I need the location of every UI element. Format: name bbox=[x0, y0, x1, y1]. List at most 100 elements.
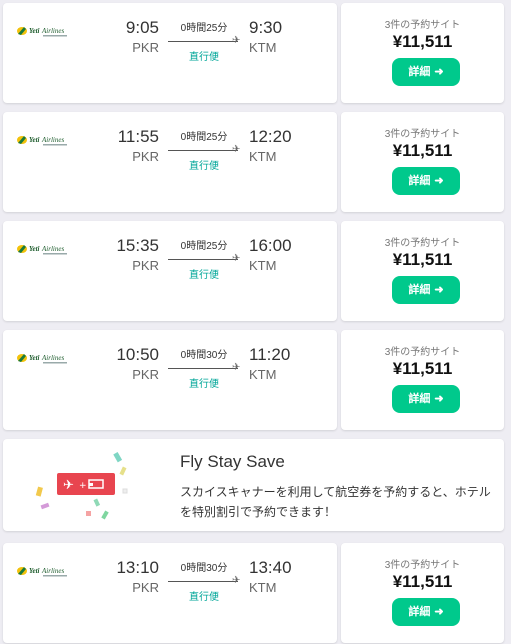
details-button-label: 詳細 bbox=[408, 393, 431, 405]
arrow-right-icon: ➜ bbox=[434, 284, 444, 296]
arrival-time: 11:20 bbox=[249, 345, 291, 364]
booking-sites-count: 3件の予約サイト bbox=[384, 129, 461, 140]
arrow-right-icon: ➜ bbox=[434, 606, 444, 618]
stops-label: 直行便 bbox=[189, 592, 219, 603]
price: ¥11,511 bbox=[392, 250, 453, 269]
arrival-time: 9:30 bbox=[249, 18, 283, 37]
arrow-right-icon: ➜ bbox=[434, 393, 444, 405]
itinerary-panel[interactable]: Yeti Airlines 13:10 PKR 0時間30分 ✈ 直行便 13:… bbox=[3, 543, 337, 643]
route-line bbox=[168, 41, 238, 42]
stops-label: 直行便 bbox=[189, 379, 219, 390]
price-panel: 3件の予約サイト ¥11,511 詳細 ➜ bbox=[341, 221, 504, 321]
route-line bbox=[168, 259, 238, 260]
booking-sites-count: 3件の予約サイト bbox=[384, 347, 461, 358]
itinerary-panel[interactable]: Yeti Airlines 10:50 PKR 0時間30分 ✈ 直行便 11:… bbox=[3, 330, 337, 430]
details-button[interactable]: 詳細 ➜ bbox=[392, 167, 460, 195]
svg-text:Airlines: Airlines bbox=[41, 136, 64, 144]
departure-time: 11:55 bbox=[117, 127, 159, 146]
yeti-airlines-logo: Yeti Airlines bbox=[15, 240, 75, 260]
stops-label: 直行便 bbox=[189, 52, 219, 63]
details-button-label: 詳細 bbox=[408, 66, 431, 78]
booking-sites-count: 3件の予約サイト bbox=[384, 20, 461, 31]
svg-text:Yeti: Yeti bbox=[29, 245, 40, 253]
svg-text:Airlines: Airlines bbox=[41, 27, 64, 35]
svg-text:Airlines: Airlines bbox=[41, 245, 64, 253]
stops-label: 直行便 bbox=[189, 161, 219, 172]
details-button-label: 詳細 bbox=[408, 284, 431, 296]
svg-text:Yeti: Yeti bbox=[29, 27, 40, 35]
svg-text:✈: ✈ bbox=[63, 478, 74, 493]
arrival-time: 12:20 bbox=[249, 127, 292, 146]
flight-duration: 0時間25分 bbox=[180, 132, 228, 143]
flight-duration: 0時間30分 bbox=[180, 563, 228, 574]
flight-result-card: Yeti Airlines 10:50 PKR 0時間30分 ✈ 直行便 11:… bbox=[3, 330, 504, 430]
flight-result-card: Yeti Airlines 9:05 PKR 0時間25分 ✈ 直行便 9:30… bbox=[3, 3, 504, 103]
arrival-airport-code: KTM bbox=[249, 258, 277, 273]
airplane-icon: ✈ bbox=[232, 575, 241, 586]
details-button-label: 詳細 bbox=[408, 175, 431, 187]
route-line bbox=[168, 368, 238, 369]
details-button[interactable]: 詳細 ➜ bbox=[392, 58, 460, 86]
departure-time: 10:50 bbox=[116, 345, 159, 364]
yeti-airlines-logo: Yeti Airlines bbox=[15, 131, 75, 151]
svg-text:Airlines: Airlines bbox=[41, 354, 64, 362]
booking-sites-count: 3件の予約サイト bbox=[384, 560, 461, 571]
route-line bbox=[168, 581, 238, 582]
arrival-time: 13:40 bbox=[249, 558, 292, 577]
departure-airport-code: PKR bbox=[132, 580, 159, 595]
departure-airport-code: PKR bbox=[132, 149, 159, 164]
arrow-right-icon: ➜ bbox=[434, 66, 444, 78]
svg-text:Yeti: Yeti bbox=[29, 136, 40, 144]
price: ¥11,511 bbox=[392, 141, 453, 160]
stops-label: 直行便 bbox=[189, 270, 219, 281]
itinerary-panel[interactable]: Yeti Airlines 15:35 PKR 0時間25分 ✈ 直行便 16:… bbox=[3, 221, 337, 321]
svg-text:Airlines: Airlines bbox=[41, 567, 64, 575]
arrival-airport-code: KTM bbox=[249, 580, 277, 595]
details-button[interactable]: 詳細 ➜ bbox=[392, 598, 460, 626]
itinerary-panel[interactable]: Yeti Airlines 9:05 PKR 0時間25分 ✈ 直行便 9:30… bbox=[3, 3, 337, 103]
svg-text:Yeti: Yeti bbox=[29, 354, 40, 362]
departure-time: 9:05 bbox=[125, 18, 159, 37]
flight-duration: 0時間25分 bbox=[180, 241, 228, 252]
airplane-icon: ✈ bbox=[232, 144, 241, 155]
price-panel: 3件の予約サイト ¥11,511 詳細 ➜ bbox=[341, 3, 504, 103]
airplane-icon: ✈ bbox=[232, 253, 241, 264]
departure-time: 15:35 bbox=[116, 236, 159, 255]
arrival-airport-code: KTM bbox=[249, 149, 277, 164]
promo-description: スカイスキャナーを利用して航空券を予約すると、ホテルを特別割引で予約できます！ bbox=[180, 485, 491, 519]
departure-airport-code: PKR bbox=[132, 258, 159, 273]
price: ¥11,511 bbox=[392, 359, 453, 378]
price-panel: 3件の予約サイト ¥11,511 詳細 ➜ bbox=[341, 112, 504, 212]
arrow-right-icon: ➜ bbox=[434, 175, 444, 187]
details-button[interactable]: 詳細 ➜ bbox=[392, 385, 460, 413]
yeti-airlines-logo: Yeti Airlines bbox=[15, 22, 75, 42]
departure-airport-code: PKR bbox=[132, 367, 159, 382]
details-button[interactable]: 詳細 ➜ bbox=[392, 276, 460, 304]
departure-time: 13:10 bbox=[116, 558, 159, 577]
price: ¥11,511 bbox=[392, 32, 453, 51]
svg-text:Yeti: Yeti bbox=[29, 567, 40, 575]
yeti-airlines-logo: Yeti Airlines bbox=[15, 562, 75, 582]
booking-sites-count: 3件の予約サイト bbox=[384, 238, 461, 249]
flight-result-card: Yeti Airlines 11:55 PKR 0時間25分 ✈ 直行便 12:… bbox=[3, 112, 504, 212]
itinerary-panel[interactable]: Yeti Airlines 11:55 PKR 0時間25分 ✈ 直行便 12:… bbox=[3, 112, 337, 212]
details-button-label: 詳細 bbox=[408, 606, 431, 618]
airplane-icon: ✈ bbox=[232, 362, 241, 373]
flight-duration: 0時間25分 bbox=[180, 23, 228, 34]
promo-title: Fly Stay Save bbox=[180, 452, 285, 471]
flight-result-card: Yeti Airlines 13:10 PKR 0時間30分 ✈ 直行便 13:… bbox=[3, 543, 504, 643]
svg-text:+: + bbox=[79, 481, 87, 491]
promo-illustration: ✈ + bbox=[23, 449, 143, 524]
arrival-airport-code: KTM bbox=[249, 40, 277, 55]
route-line bbox=[168, 150, 238, 151]
airplane-icon: ✈ bbox=[232, 35, 241, 46]
price: ¥11,511 bbox=[392, 572, 453, 591]
fly-stay-save-banner[interactable]: ✈ + Fly Stay Save スカイスキャナーを利用して航空券を予約すると… bbox=[3, 439, 504, 531]
arrival-airport-code: KTM bbox=[249, 367, 277, 382]
flight-duration: 0時間30分 bbox=[180, 350, 228, 361]
yeti-airlines-logo: Yeti Airlines bbox=[15, 349, 75, 369]
flight-result-card: Yeti Airlines 15:35 PKR 0時間25分 ✈ 直行便 16:… bbox=[3, 221, 504, 321]
price-panel: 3件の予約サイト ¥11,511 詳細 ➜ bbox=[341, 543, 504, 643]
departure-airport-code: PKR bbox=[132, 40, 159, 55]
price-panel: 3件の予約サイト ¥11,511 詳細 ➜ bbox=[341, 330, 504, 430]
